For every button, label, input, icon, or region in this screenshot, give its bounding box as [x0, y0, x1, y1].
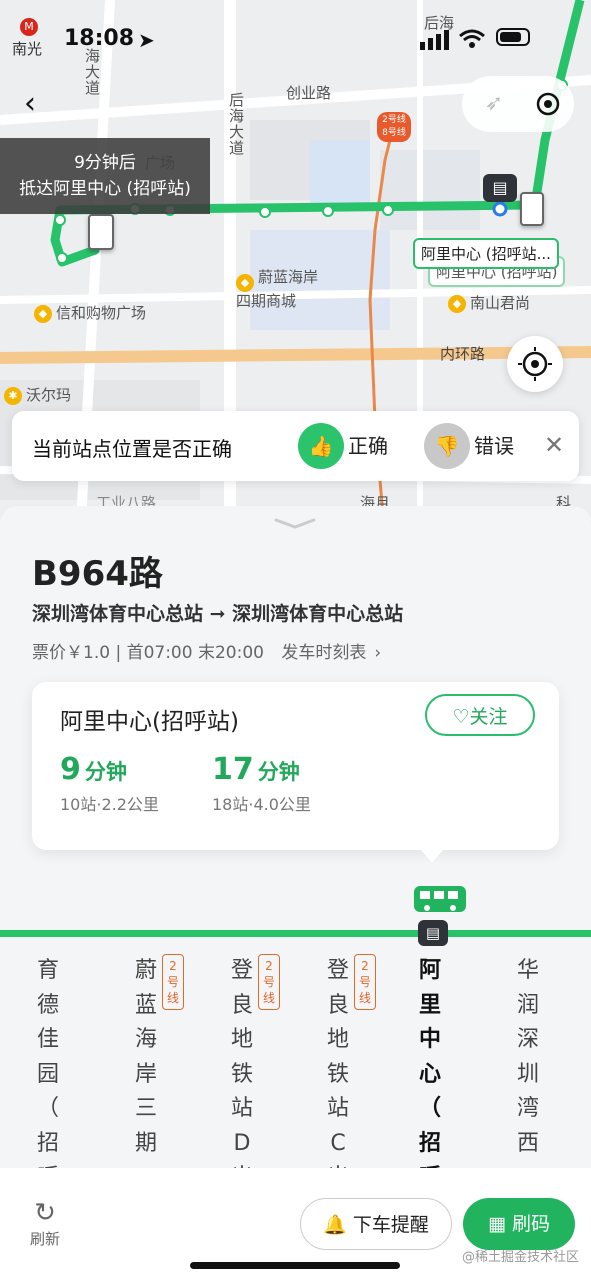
- close-icon: ✕: [544, 431, 565, 459]
- follow-label: 关注: [469, 706, 508, 728]
- eta-first-minutes: 9: [60, 752, 81, 787]
- bus-icon[interactable]: [520, 192, 544, 226]
- scan-label: 刷码: [511, 1213, 550, 1235]
- bus-stop-marker-icon[interactable]: ▤: [483, 174, 517, 202]
- alight-reminder-button[interactable]: 🔔 下车提醒: [300, 1198, 452, 1250]
- eta-second-minutes: 17: [212, 752, 254, 787]
- eta-second-unit: 分钟: [257, 760, 300, 784]
- metro-transfer-badge: 2号线: [354, 954, 376, 1010]
- qr-code-icon: ▦: [488, 1213, 506, 1235]
- route-fare-hours: 票价￥1.0 | 首07:00 末20:00: [32, 643, 264, 663]
- bus-position-icon: [414, 886, 466, 912]
- station-item-current[interactable]: 阿里中心（招呼: [410, 954, 450, 1169]
- stop-eta-card: 阿里中心(招呼站) ♡关注 9 分钟 10站·2.2公里 17 分钟 18站·4.0…: [32, 682, 559, 850]
- map-label-chuangye-road: 创业路: [286, 84, 332, 102]
- route-info: 票价￥1.0 | 首07:00 末20:00 发车时刻表 ›: [32, 638, 381, 663]
- route-direction: 深圳湾体育中心总站 ➞ 深圳湾体育中心总站: [32, 603, 404, 625]
- arrival-stop: 抵达阿里中心 (招呼站): [19, 179, 191, 199]
- watermark: @稀土掘金技术社区: [462, 1250, 580, 1265]
- recenter-button[interactable]: [507, 336, 563, 392]
- metro-station-label: 南光: [12, 40, 43, 58]
- arrival-popup: 9分钟后 抵达阿里中心 (招呼站): [0, 138, 210, 214]
- feedback-wrong-label: 错误: [474, 434, 514, 458]
- map-label-neihuan-road: 内环路: [440, 345, 486, 363]
- battery-icon: [496, 28, 530, 46]
- back-button[interactable]: ‹: [24, 86, 60, 122]
- status-bar: M 南光 18:08 ➤: [0, 0, 591, 80]
- poi-walmart-label: 沃尔玛: [26, 386, 72, 404]
- poi-xinhe-label: 信和购物广场: [56, 304, 147, 322]
- locate-button[interactable]: [534, 90, 562, 118]
- eta-second-bus: 17 分钟 18站·4.0公里: [212, 752, 311, 815]
- chevron-right-icon: ›: [374, 643, 382, 663]
- building-icon: ◆: [448, 294, 466, 313]
- feedback-wrong-button[interactable]: 👎 错误: [424, 423, 528, 469]
- crosshair-icon: [536, 92, 560, 116]
- target-icon: [518, 347, 552, 381]
- signal-icon: [420, 30, 450, 50]
- back-arrow-icon: ‹: [24, 86, 36, 121]
- follow-button[interactable]: ♡关注: [425, 694, 535, 736]
- feedback-question: 当前站点位置是否正确: [32, 437, 232, 461]
- timetable-link[interactable]: 发车时刻表 ›: [281, 643, 381, 663]
- stop-tag-primary[interactable]: 阿里中心 (招呼站...: [413, 238, 559, 269]
- eta-first-bus: 9 分钟 10站·2.2公里: [60, 752, 159, 815]
- station-item[interactable]: 华润深圳湾西: [508, 954, 548, 1161]
- bell-icon: 🔔: [323, 1214, 347, 1236]
- metro-transfer-badge: 2号线: [162, 954, 184, 1010]
- poi-nanshan-junshang[interactable]: ◆ 南山君尚: [448, 292, 530, 313]
- status-time: 18:08: [64, 26, 135, 51]
- station-item[interactable]: 登良地铁站C出: [318, 954, 358, 1169]
- compass-button[interactable]: ➶: [480, 90, 508, 118]
- metro-line-8: 8号线: [382, 128, 406, 138]
- poi-walmart[interactable]: ✱ 沃尔玛: [4, 384, 71, 405]
- timetable-label: 发车时刻表: [281, 643, 367, 663]
- station-item[interactable]: 蔚蓝海岸三期: [126, 954, 166, 1161]
- map-label-houhai-avenue: 后海大道: [227, 92, 245, 156]
- heart-plus-icon: ♡: [452, 706, 470, 728]
- alight-label: 下车提醒: [352, 1214, 429, 1236]
- sheet-handle-icon[interactable]: [272, 514, 318, 529]
- station-feedback-bar: 当前站点位置是否正确 👍 正确 👎 错误 ✕: [12, 411, 579, 481]
- location-arrow-icon: ➤: [138, 28, 155, 52]
- station-item[interactable]: 育德佳园（招呼: [28, 954, 68, 1169]
- home-indicator[interactable]: [190, 1262, 400, 1269]
- current-stop-marker-icon: ▤: [418, 920, 448, 946]
- wifi-icon: [458, 28, 486, 54]
- route-line-track: [0, 930, 591, 937]
- route-name: B964路: [32, 554, 163, 594]
- refresh-button[interactable]: ↻ 刷新: [30, 1198, 60, 1249]
- station-list[interactable]: 育德佳园（招呼 蔚蓝海岸三期 2号线 登良地铁站D出 2号线 登良地铁站C出 2…: [0, 954, 591, 1169]
- poi-xinhe[interactable]: ◆ 信和购物广场: [34, 302, 146, 323]
- mall-icon: ◆: [236, 274, 254, 292]
- walmart-icon: ✱: [4, 386, 22, 405]
- scan-code-button[interactable]: ▦ 刷码: [463, 1198, 575, 1250]
- bus-icon[interactable]: [88, 214, 114, 250]
- metro-logo-icon: M: [20, 18, 38, 36]
- metro-line-2: 2号线: [382, 115, 406, 125]
- metro-transfer-badge: 2号线: [258, 954, 280, 1010]
- eta-first-unit: 分钟: [84, 760, 127, 784]
- arrival-time: 9分钟后: [74, 153, 136, 173]
- map-controls: ➶: [462, 76, 574, 132]
- mall-icon: ◆: [34, 304, 52, 323]
- eta-second-distance: 18站·4.0公里: [212, 795, 311, 814]
- thumbs-down-icon: 👎: [424, 423, 470, 469]
- eta-first-distance: 10站·2.2公里: [60, 795, 159, 814]
- thumbs-up-icon: 👍: [298, 423, 344, 469]
- metro-line-badge: 2号线 8号线: [377, 112, 411, 142]
- card-stop-name: 阿里中心(招呼站): [60, 709, 239, 735]
- station-item[interactable]: 登良地铁站D出: [222, 954, 262, 1169]
- feedback-correct-button[interactable]: 👍 正确: [298, 423, 402, 469]
- card-pointer: [420, 849, 444, 863]
- refresh-label: 刷新: [30, 1230, 61, 1248]
- feedback-close-button[interactable]: ✕: [544, 431, 564, 459]
- feedback-correct-label: 正确: [348, 434, 388, 458]
- poi-nanshan-label: 南山君尚: [470, 294, 531, 312]
- compass-icon: ➶: [484, 91, 504, 116]
- poi-weilan[interactable]: ◆ 蔚蓝海岸 四期商城: [236, 268, 318, 310]
- refresh-icon: ↻: [34, 1198, 56, 1228]
